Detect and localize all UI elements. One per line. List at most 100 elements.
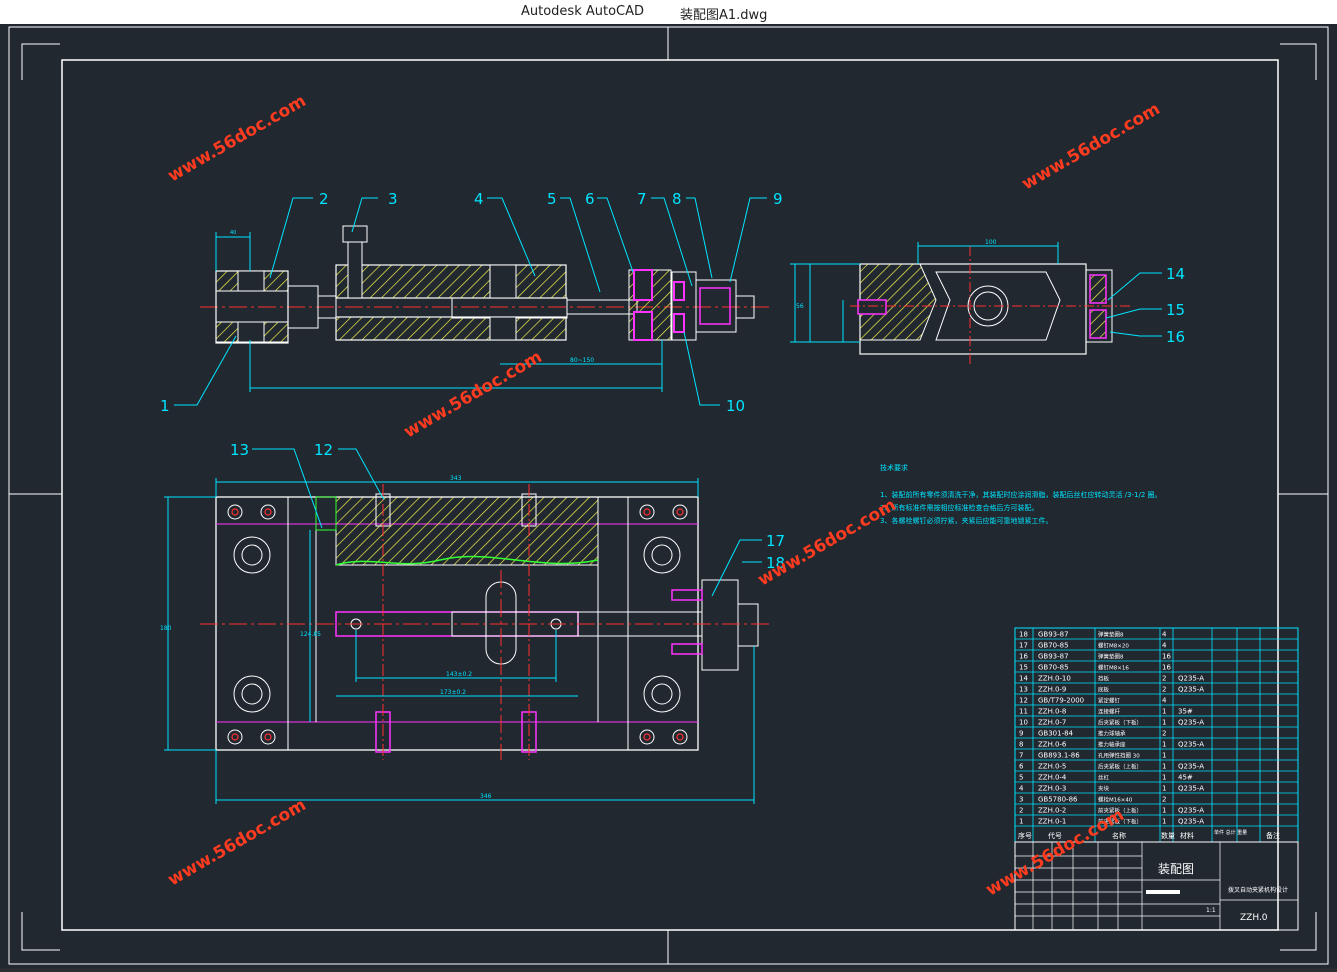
bom-cell-no: 15 <box>1019 664 1028 672</box>
front-section-view: 40 80~150 <box>200 225 770 392</box>
bom-header-note: 备注 <box>1266 831 1280 840</box>
balloon-3: 3 <box>388 190 398 208</box>
balloon-12: 12 <box>314 441 333 459</box>
bom-cell-code: GB70-85 <box>1038 664 1069 672</box>
bom-cell-mat: Q235-A <box>1178 686 1204 694</box>
balloon-15: 15 <box>1166 301 1185 319</box>
bom-cell-no: 5 <box>1019 774 1023 782</box>
dim-56: 56 <box>796 303 804 310</box>
balloon-6: 6 <box>585 190 595 208</box>
bom-header-no: 序号 <box>1018 831 1032 840</box>
bom-cell-qty: 2 <box>1162 730 1166 738</box>
watermark-5: www.56doc.com <box>165 795 310 890</box>
balloon-14: 14 <box>1166 265 1185 283</box>
tech-req-item-1: 1、装配前所有零件须清洗干净，其装配时应涂润滑脂，装配后丝杠应转动灵活 /3-1… <box>880 490 1162 499</box>
dim-343: 343 <box>450 475 462 482</box>
bom-cell-code: ZZH.0-5 <box>1038 763 1066 771</box>
tech-req-title: 技术要求 <box>880 463 908 472</box>
bom-cell-no: 7 <box>1019 752 1023 760</box>
bom-cell-code: ZZH.0-4 <box>1038 774 1067 782</box>
dim-stroke: 80~150 <box>570 357 594 364</box>
bom-cell-qty: 1 <box>1162 719 1166 727</box>
bom-cell-mat: Q235-A <box>1178 807 1204 815</box>
balloon-2: 2 <box>319 190 329 208</box>
bom-cell-mat: 45# <box>1178 774 1193 782</box>
bom-cell-name: 紧定螺钉 <box>1098 697 1121 705</box>
bom-cell-mat: Q235-A <box>1178 675 1204 683</box>
bom-cell-qty: 1 <box>1162 708 1166 716</box>
bom-cell-mat: Q235-A <box>1178 763 1204 771</box>
bom-cell-no: 2 <box>1019 807 1023 815</box>
leaders-front <box>174 197 767 406</box>
watermark-1: www.56doc.com <box>165 91 310 186</box>
balloon-8: 8 <box>672 190 682 208</box>
bom-cell-code: ZZH.0-10 <box>1038 675 1071 683</box>
bom-cell-code: GB/T79-2000 <box>1038 697 1084 705</box>
bom-cell-code: ZZH.0-2 <box>1038 807 1066 815</box>
bom-cell-name: 螺栓M16×40 <box>1098 796 1133 804</box>
svg-text:40: 40 <box>230 230 236 236</box>
drawing-scale: 1:1 <box>1206 907 1216 914</box>
balloon-5: 5 <box>547 190 557 208</box>
bill-of-materials: 18 GB93-87 弹簧垫圈8 417 GB70-85 螺钉M8×20 416 GB93-8… <box>1014 627 1299 843</box>
balloon-13: 13 <box>230 441 249 459</box>
watermark-3: www.56doc.com <box>401 347 546 442</box>
bom-cell-no: 13 <box>1019 686 1028 694</box>
drawing-title: 装配图 <box>1158 862 1194 876</box>
drawing-canvas[interactable]: 40 80~150 2 3 4 5 6 7 8 9 1 10 100 56 14… <box>0 24 1337 968</box>
tech-req-item-3: 3、各螺栓螺钉必须拧紧，夹紧后应能可靠地锁紧工件。 <box>880 516 1052 525</box>
bom-cell-no: 10 <box>1019 719 1028 727</box>
plan-view: 343 346 180 124.85 143±0.2 173±0.2 <box>160 475 770 804</box>
side-view: 100 56 <box>790 239 1130 366</box>
bom-cell-mat: Q235-A <box>1178 785 1204 793</box>
bom-cell-code: ZZH.0-7 <box>1038 719 1066 727</box>
dim-143: 143±0.2 <box>446 671 472 678</box>
bom-cell-code: GB893.1-86 <box>1038 752 1080 760</box>
bom-cell-no: 11 <box>1019 708 1028 716</box>
balloon-7: 7 <box>637 190 647 208</box>
bom-cell-name: 弹簧垫圈8 <box>1098 653 1124 661</box>
bom-cell-qty: 1 <box>1162 763 1166 771</box>
bom-cell-name: 夹块 <box>1098 785 1110 793</box>
bom-cell-name: 连接螺杆 <box>1098 708 1121 716</box>
bom-cell-mat: Q235-A <box>1178 719 1204 727</box>
bom-cell-code: ZZH.0-3 <box>1038 785 1066 793</box>
bom-cell-code: GB5780-86 <box>1038 796 1078 804</box>
balloon-1: 1 <box>160 397 170 415</box>
bom-cell-name: 螺钉M8×16 <box>1098 664 1129 672</box>
balloon-4: 4 <box>474 190 484 208</box>
bom-cell-qty: 1 <box>1162 818 1166 826</box>
bom-cell-name: 弹簧垫圈8 <box>1098 631 1124 639</box>
bom-header-qty: 数量 <box>1161 831 1175 840</box>
bom-cell-name: 螺钉M8×20 <box>1098 642 1129 650</box>
balloon-10: 10 <box>726 397 745 415</box>
bom-cell-no: 9 <box>1019 730 1023 738</box>
bom-cell-no: 1 <box>1019 818 1023 826</box>
window-title-bar: Autodesk AutoCAD 装配图A1.dwg <box>0 0 1337 25</box>
dim-124: 124.85 <box>300 631 321 638</box>
bom-header-name: 名称 <box>1112 831 1126 840</box>
bom-cell-no: 16 <box>1019 653 1028 661</box>
bom-cell-qty: 1 <box>1162 807 1166 815</box>
bom-cell-name: 底板 <box>1098 686 1110 694</box>
bom-cell-name: 推力球轴承 <box>1098 730 1126 738</box>
leaders-side <box>1105 272 1162 337</box>
bom-cell-no: 8 <box>1019 741 1023 749</box>
drawing-svg: 40 80~150 2 3 4 5 6 7 8 9 1 10 100 56 14… <box>8 26 1329 965</box>
bom-cell-code: ZZH.0-9 <box>1038 686 1066 694</box>
project-name: 拨叉自动夹紧机构设计 <box>1228 886 1288 894</box>
bom-cell-name: 孔用弹性挡圈 30 <box>1098 752 1140 760</box>
bom-cell-code: GB93-87 <box>1038 653 1069 661</box>
bom-cell-qty: 1 <box>1162 785 1166 793</box>
balloon-9: 9 <box>773 190 783 208</box>
bom-cell-qty: 1 <box>1162 741 1166 749</box>
bom-cell-qty: 16 <box>1162 653 1171 661</box>
bom-cell-no: 4 <box>1019 785 1024 793</box>
dim-173: 173±0.2 <box>440 689 466 696</box>
bom-cell-name: 后夹紧板（下板） <box>1098 719 1142 727</box>
bom-cell-mat: Q235-A <box>1178 818 1204 826</box>
bom-cell-qty: 2 <box>1162 796 1166 804</box>
bom-cell-code: ZZH.0-1 <box>1038 818 1066 826</box>
bom-cell-code: GB301-84 <box>1038 730 1074 738</box>
bom-cell-name: 后夹紧板（上板） <box>1098 763 1142 771</box>
